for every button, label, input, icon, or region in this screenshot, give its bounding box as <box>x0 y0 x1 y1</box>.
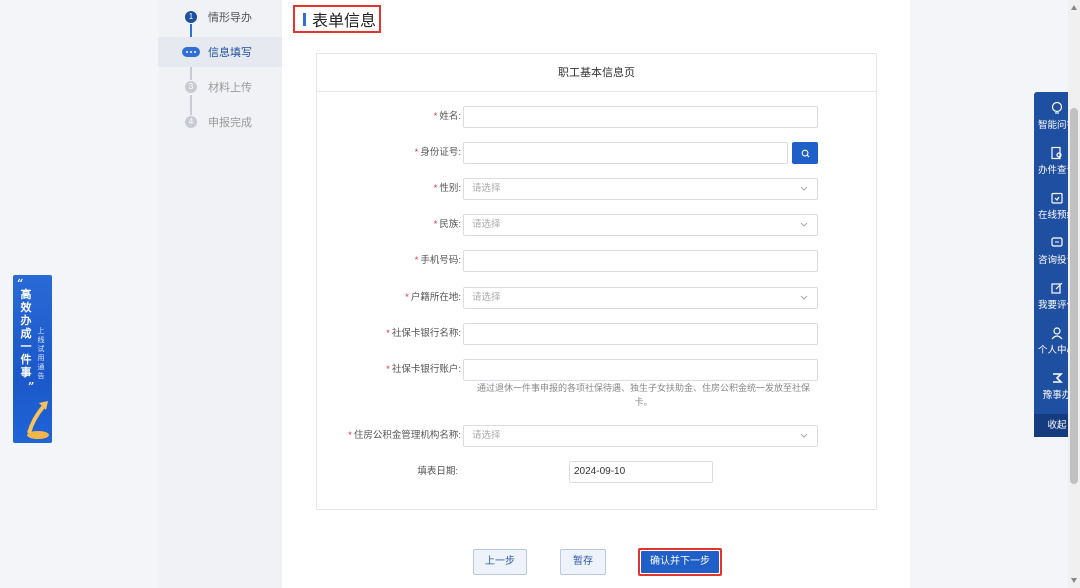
form-row-bank-name: * 社保卡银行名称: <box>317 323 878 345</box>
search-icon <box>801 149 809 157</box>
form-row-id-number: * 身份证号: <box>317 142 878 164</box>
edit-icon <box>1051 282 1063 294</box>
id-search-button[interactable] <box>792 142 818 164</box>
housing-fund-org-label: * 住房公积金管理机构名称: <box>348 430 461 441</box>
step-number: 4 <box>185 116 197 128</box>
fill-date-label: 填表日期: <box>417 466 458 477</box>
step-info-fill[interactable]: 信息填写 <box>158 37 282 67</box>
save-draft-button[interactable]: 暂存 <box>560 549 606 575</box>
form-row-name: * 姓名: <box>317 106 878 128</box>
step-situation-guide[interactable]: 1 情形导办 <box>158 2 282 32</box>
scroll-down-arrow[interactable] <box>1071 578 1077 583</box>
chat-icon <box>1051 237 1063 247</box>
form-heading: 职工基本信息页 <box>317 54 876 92</box>
step-number: 1 <box>185 11 197 23</box>
step-label: 申报完成 <box>208 117 252 129</box>
form-row-housing-fund-org: * 住房公积金管理机构名称: 请选择 <box>317 425 878 447</box>
step-navigator: 1 情形导办 信息填写 3 材料上传 4 申报完成 <box>158 0 282 588</box>
promo-subtitle: 上线试用通告 <box>37 328 45 380</box>
bank-account-label: * 社保卡银行账户: <box>386 364 461 375</box>
promo-quote-close: ” <box>28 380 35 393</box>
employee-info-form: 职工基本信息页 * 姓名: * 身份证号: * 性别: 请选择 * 民族: 请选… <box>316 53 877 510</box>
chevron-down-icon <box>800 433 808 438</box>
page-title: 表单信息 <box>293 5 381 33</box>
fill-date-input[interactable]: 2024-09-10 <box>569 461 713 483</box>
step-label: 信息填写 <box>208 47 252 59</box>
doc-search-icon <box>1051 146 1062 160</box>
rising-arrow-icon <box>27 401 49 439</box>
step-material-upload[interactable]: 3 材料上传 <box>158 72 282 102</box>
housing-fund-org-placeholder: 请选择 <box>472 430 501 441</box>
form-row-phone: * 手机号码: <box>317 250 878 272</box>
housing-fund-org-select[interactable]: 请选择 <box>463 425 818 447</box>
ethnicity-placeholder: 请选择 <box>472 219 501 230</box>
phone-label: * 手机号码: <box>414 255 461 266</box>
gender-select[interactable]: 请选择 <box>463 178 818 200</box>
id-number-label: * 身份证号: <box>414 147 461 158</box>
hukou-select[interactable]: 请选择 <box>463 287 818 309</box>
id-number-input[interactable] <box>463 142 788 164</box>
scroll-thumb[interactable] <box>1070 108 1078 484</box>
gender-placeholder: 请选择 <box>472 183 501 194</box>
chevron-down-icon <box>800 186 808 191</box>
phone-input[interactable] <box>463 250 818 272</box>
bank-account-input[interactable] <box>463 359 818 381</box>
brand-icon <box>1053 373 1063 383</box>
page-title-text: 表单信息 <box>312 13 377 30</box>
bank-account-hint: 通过退休一件事申报的各项社保待遇、独生子女扶助金、住房公积金统一发放至社保卡。 <box>476 383 810 407</box>
in-progress-icon <box>182 47 200 57</box>
form-row-hukou: * 户籍所在地: 请选择 <box>317 287 878 309</box>
form-row-gender: * 性别: 请选择 <box>317 178 878 200</box>
bulb-icon <box>1051 101 1063 114</box>
step-number: 3 <box>185 81 197 93</box>
step-application-complete[interactable]: 4 申报完成 <box>158 107 282 137</box>
hukou-placeholder: 请选择 <box>472 292 501 303</box>
confirm-next-button[interactable]: 确认并下一步 <box>638 548 722 576</box>
scroll-up-arrow[interactable] <box>1071 5 1077 10</box>
ethnicity-select[interactable]: 请选择 <box>463 214 818 236</box>
chevron-down-icon <box>800 222 808 227</box>
bank-name-label: * 社保卡银行名称: <box>386 328 461 339</box>
name-input[interactable] <box>463 106 818 128</box>
promo-banner[interactable]: “ 高效办成一件事 上线试用通告 ” <box>13 275 52 443</box>
gender-label: * 性别: <box>433 183 461 194</box>
hukou-label: * 户籍所在地: <box>405 292 461 303</box>
form-row-fill-date: 填表日期: 2024-09-10 <box>317 461 878 483</box>
user-icon <box>1051 327 1063 340</box>
prev-step-button[interactable]: 上一步 <box>473 549 527 575</box>
form-row-ethnicity: * 民族: 请选择 <box>317 214 878 236</box>
calendar-icon <box>1051 192 1063 204</box>
title-accent-bar <box>303 12 306 26</box>
main-panel: 1 情形导办 信息填写 3 材料上传 4 申报完成 表单信息 职工基本信息页 *… <box>158 0 910 588</box>
page-scrollbar[interactable] <box>1068 0 1080 588</box>
form-row-bank-account: * 社保卡银行账户: 通过退休一件事申报的各项社保待遇、独生子女扶助金、住房公积金… <box>317 359 878 407</box>
chevron-down-icon <box>800 295 808 300</box>
promo-headline: 高效办成一件事 <box>20 289 32 379</box>
name-label: * 姓名: <box>433 111 461 122</box>
ethnicity-label: * 民族: <box>433 219 461 230</box>
step-label: 情形导办 <box>208 12 252 24</box>
confirm-next-label: 确认并下一步 <box>641 551 719 573</box>
bank-name-input[interactable] <box>463 323 818 345</box>
step-label: 材料上传 <box>208 82 252 94</box>
